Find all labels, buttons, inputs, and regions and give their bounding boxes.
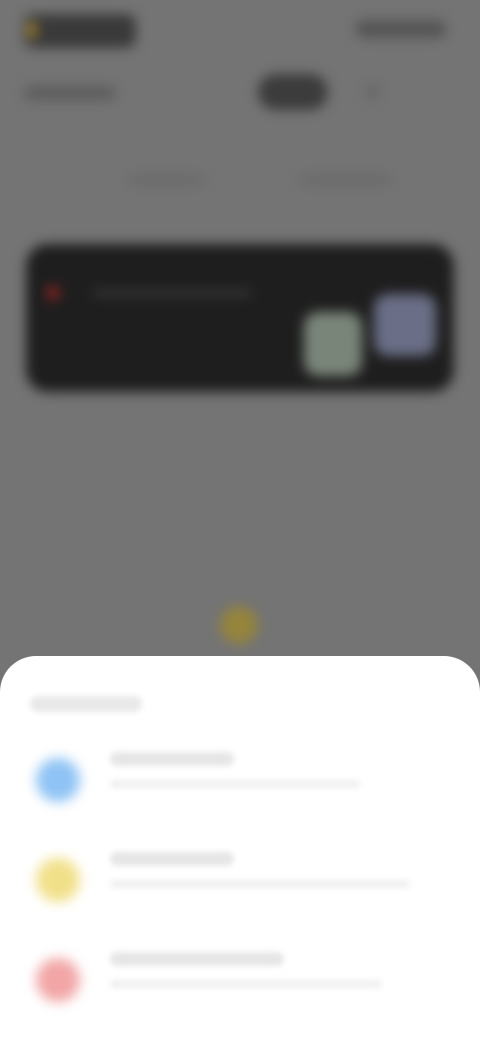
option-text — [110, 852, 410, 888]
option-subtitle — [110, 980, 382, 988]
sheet-title — [30, 696, 142, 712]
status-icons — [356, 20, 446, 38]
card-thumbnail-2[interactable] — [374, 294, 436, 356]
sheet-option-2[interactable] — [24, 848, 456, 924]
option-title — [110, 852, 234, 866]
status-accent — [28, 22, 36, 38]
header-left-label[interactable] — [24, 86, 116, 100]
option-subtitle — [110, 880, 410, 888]
sheet-option-1[interactable] — [24, 748, 456, 824]
option-title — [110, 952, 284, 966]
card-indicator-icon — [46, 286, 60, 300]
blue-circle-icon — [36, 758, 80, 802]
floating-action-icon[interactable] — [220, 606, 258, 644]
screen — [0, 0, 480, 1040]
more-icon[interactable] — [366, 84, 380, 98]
yellow-circle-icon — [36, 858, 80, 902]
sheet-option-3[interactable] — [24, 948, 456, 1024]
option-text — [110, 952, 382, 988]
option-title — [110, 752, 234, 766]
tab-second[interactable] — [300, 176, 392, 184]
option-subtitle — [110, 780, 360, 788]
card-thumbnail-1[interactable] — [304, 312, 362, 376]
card-label — [92, 290, 252, 296]
red-circle-icon — [36, 958, 80, 1002]
tab-first[interactable] — [128, 176, 204, 184]
header-pill-button[interactable] — [258, 74, 328, 110]
status-time — [24, 14, 136, 48]
option-text — [110, 752, 360, 788]
